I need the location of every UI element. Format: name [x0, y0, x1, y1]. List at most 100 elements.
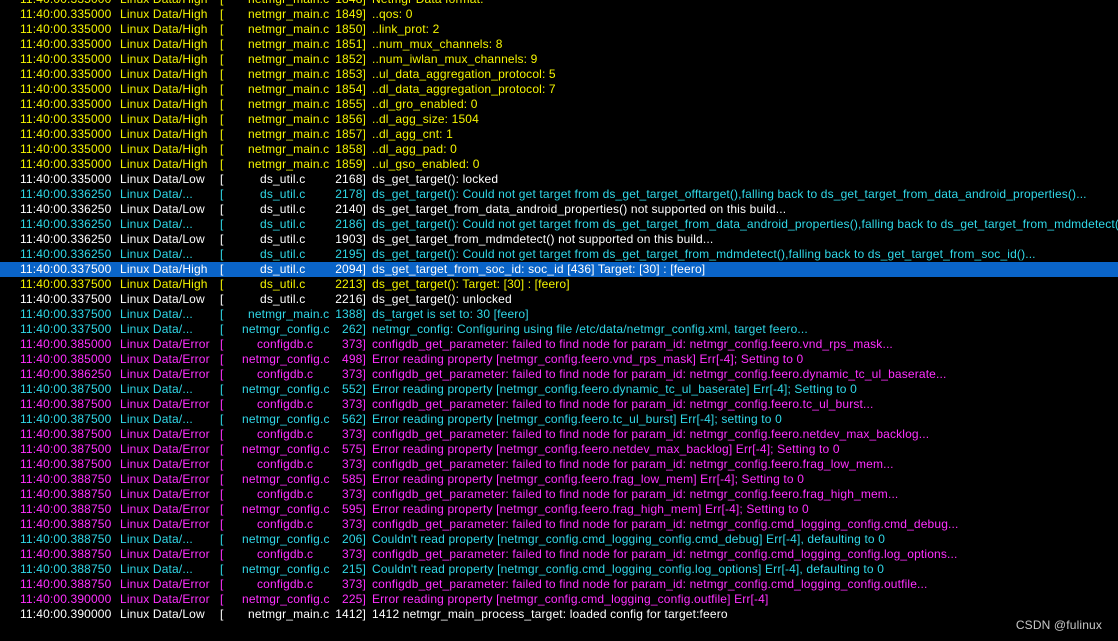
log-row[interactable]: 11:40:00.388750 Linux Data/Error [netmgr_c…: [0, 502, 1118, 517]
log-line-number: 373]: [342, 337, 366, 351]
log-timestamp: 11:40:00.385000: [20, 352, 112, 366]
log-row[interactable]: 11:40:00.386250 Linux Data/Error [configdb…: [0, 367, 1118, 382]
log-row[interactable]: 11:40:00.387500 Linux Data/... [netmgr_con…: [0, 382, 1118, 397]
log-row[interactable]: 11:40:00.335000 Linux Data/High [netmgr_ma…: [0, 37, 1118, 52]
log-message: ..dl_agg_pad: 0: [372, 142, 457, 156]
log-subsystem: Linux Data/...: [120, 562, 193, 576]
log-subsystem: Linux Data/Error: [120, 487, 210, 501]
log-row[interactable]: 11:40:00.387500 Linux Data/Error [configdb…: [0, 397, 1118, 412]
log-timestamp: 11:40:00.335000: [20, 112, 112, 126]
log-row[interactable]: 11:40:00.335000 Linux Data/High [netmgr_ma…: [0, 67, 1118, 82]
log-timestamp: 11:40:00.335000: [20, 67, 112, 81]
log-row[interactable]: 11:40:00.335000 Linux Data/High [netmgr_ma…: [0, 127, 1118, 142]
log-message: configdb_get_parameter: failed to find n…: [372, 577, 928, 591]
log-row[interactable]: 11:40:00.390000 Linux Data/Error [netmgr_c…: [0, 592, 1118, 607]
log-bracket: [: [220, 517, 224, 531]
log-row[interactable]: 11:40:00.337500 Linux Data/Low [ds_util.c 2…: [0, 292, 1118, 307]
log-row[interactable]: 11:40:00.387500 Linux Data/Error [netmgr_c…: [0, 442, 1118, 457]
log-source-file: netmgr_main.c: [248, 112, 330, 126]
log-row[interactable]: 11:40:00.336250 Linux Data/... [ds_util.c 2…: [0, 217, 1118, 232]
log-timestamp: 11:40:00.335000: [20, 97, 112, 111]
log-row[interactable]: 11:40:00.335000 Linux Data/High [netmgr_ma…: [0, 52, 1118, 67]
log-row[interactable]: 11:40:00.335000 Linux Data/High [netmgr_ma…: [0, 142, 1118, 157]
log-message: configdb_get_parameter: failed to find n…: [372, 487, 899, 501]
log-subsystem: Linux Data/High: [120, 67, 208, 81]
log-subsystem: Linux Data/Error: [120, 472, 210, 486]
log-row[interactable]: 11:40:00.337500 Linux Data/... [netmgr_con…: [0, 322, 1118, 337]
log-row[interactable]: 11:40:00.387500 Linux Data/Error [configdb…: [0, 457, 1118, 472]
log-row[interactable]: 11:40:00.335000 Linux Data/High [netmgr_ma…: [0, 97, 1118, 112]
log-bracket: [: [220, 547, 224, 561]
log-subsystem: Linux Data/Error: [120, 427, 210, 441]
log-subsystem: Linux Data/High: [120, 262, 208, 276]
log-row[interactable]: 11:40:00.335000 Linux Data/High [netmgr_ma…: [0, 7, 1118, 22]
log-row[interactable]: 11:40:00.335000 Linux Data/High [netmgr_ma…: [0, 0, 1118, 7]
log-row[interactable]: 11:40:00.388750 Linux Data/... [netmgr_con…: [0, 562, 1118, 577]
log-subsystem: Linux Data/Error: [120, 577, 210, 591]
log-row[interactable]: 11:40:00.337500 Linux Data/... [netmgr_mai…: [0, 307, 1118, 322]
log-timestamp: 11:40:00.388750: [20, 562, 112, 576]
log-row[interactable]: 11:40:00.335000 Linux Data/High [netmgr_ma…: [0, 112, 1118, 127]
log-row[interactable]: 11:40:00.387500 Linux Data/... [netmgr_con…: [0, 412, 1118, 427]
log-row[interactable]: 11:40:00.388750 Linux Data/Error [ configdb…: [0, 577, 1118, 592]
log-subsystem: Linux Data/Error: [120, 397, 210, 411]
log-viewer[interactable]: 11:40:00.335000 Linux Data/High [ netmgr_ma…: [0, 0, 1118, 641]
log-message: configdb_get_parameter: failed to find n…: [372, 367, 947, 381]
log-timestamp: 11:40:00.388750: [20, 472, 112, 486]
log-bracket: [: [220, 7, 224, 21]
log-bracket: [: [220, 352, 224, 366]
log-timestamp: 11:40:00.388750: [20, 577, 112, 591]
log-row[interactable]: 11:40:00.335000 Linux Data/High [netmgr_ma…: [0, 82, 1118, 97]
log-message: 1412 netmgr_main_process_target: loaded …: [372, 607, 728, 621]
log-source-file: configdb.c: [257, 487, 314, 501]
log-line-number: 562]: [342, 412, 366, 426]
log-message: ..num_iwlan_mux_channels: 9: [372, 52, 538, 66]
log-source-file: netmgr_main.c: [248, 0, 329, 7]
log-message: ..ul_data_aggregation_protocol: 5: [372, 67, 556, 81]
log-row[interactable]: 11:40:00.388750 Linux Data/Error [configdb…: [0, 547, 1118, 562]
log-line-number: 1853]: [335, 67, 366, 81]
log-row[interactable]: 11:40:00.385000 Linux Data/Error [configdb…: [0, 337, 1118, 352]
log-row[interactable]: 11:40:00.336250 Linux Data/Low [ds_util.c 2…: [0, 202, 1118, 217]
log-timestamp: 11:40:00.336250: [20, 247, 112, 261]
log-line-number: 373]: [342, 487, 366, 501]
log-bracket: [: [220, 397, 224, 411]
log-message: Netmgr Data format:: [372, 0, 484, 7]
log-source-file: netmgr_config.c: [242, 382, 330, 396]
log-source-file: netmgr_main.c: [248, 157, 330, 171]
log-line-number: 373]: [342, 367, 366, 381]
log-message: Error reading property [netmgr_config.fe…: [372, 382, 857, 396]
log-bracket: [: [220, 487, 224, 501]
log-bracket: [: [220, 262, 224, 276]
log-row-selected[interactable]: 11:40:00.337500 Linux Data/High [ds_util.c…: [0, 262, 1118, 277]
log-row[interactable]: 11:40:00.335000 Linux Data/High [netmgr_ma…: [0, 22, 1118, 37]
log-source-file: netmgr_main.c: [248, 67, 330, 81]
log-source-file: netmgr_config.c: [242, 442, 330, 456]
log-row[interactable]: 11:40:00.335000 Linux Data/High [netmgr_ma…: [0, 157, 1118, 172]
log-subsystem: Linux Data/High: [120, 7, 208, 21]
log-bracket: [: [220, 577, 224, 591]
log-subsystem: Linux Data/High: [120, 157, 208, 171]
log-row[interactable]: 11:40:00.388750 Linux Data/... [netmgr_con…: [0, 532, 1118, 547]
log-row[interactable]: 11:40:00.335000 Linux Data/Low [ds_util.c 2…: [0, 172, 1118, 187]
log-row[interactable]: 11:40:00.388750 Linux Data/Error [configdb…: [0, 487, 1118, 502]
log-row[interactable]: 11:40:00.388750 Linux Data/Error [configdb…: [0, 517, 1118, 532]
log-row[interactable]: 11:40:00.337500 Linux Data/High [ds_util.c…: [0, 277, 1118, 292]
log-row[interactable]: 11:40:00.336250 Linux Data/Low [ds_util.c 1…: [0, 232, 1118, 247]
log-source-file: netmgr_main.c: [248, 142, 330, 156]
log-message: Error reading property [netmgr_config.fe…: [372, 412, 782, 426]
log-row[interactable]: 11:40:00.336250 Linux Data/... [ds_util.c 2…: [0, 187, 1118, 202]
log-bracket: [: [220, 37, 224, 51]
log-bracket: [: [220, 127, 224, 141]
log-subsystem: Linux Data/High: [120, 97, 208, 111]
log-row[interactable]: 11:40:00.390000 Linux Data/Low [netmgr_mai…: [0, 607, 1118, 622]
log-line-number: 373]: [342, 517, 366, 531]
log-bracket: [: [220, 337, 224, 351]
log-timestamp: 11:40:00.337500: [20, 307, 112, 321]
log-timestamp: 11:40:00.336250: [20, 202, 112, 216]
log-row[interactable]: 11:40:00.336250 Linux Data/... [ds_util.c 2…: [0, 247, 1118, 262]
log-subsystem: Linux Data/Low: [120, 232, 205, 246]
log-row[interactable]: 11:40:00.385000 Linux Data/Error [netmgr_c…: [0, 352, 1118, 367]
log-row[interactable]: 11:40:00.388750 Linux Data/Error [netmgr_c…: [0, 472, 1118, 487]
log-row[interactable]: 11:40:00.387500 Linux Data/Error [configdb…: [0, 427, 1118, 442]
